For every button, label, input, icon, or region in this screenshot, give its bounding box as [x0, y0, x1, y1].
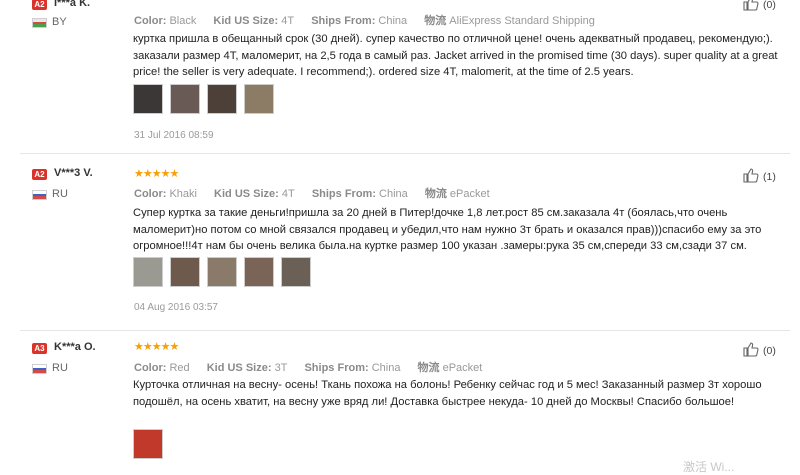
order-info: Color: Red Kid US Size: 3T Ships From: C… [134, 362, 483, 374]
review-photos [133, 84, 281, 114]
order-ships-from: China [371, 362, 401, 374]
activation-watermark: 激活 Wi... [683, 460, 735, 474]
shipping-icon: 物流 [417, 362, 440, 374]
review-text: Супер куртка за такие деньги!пришла за 2… [133, 207, 762, 252]
flag-ru-icon [32, 364, 47, 374]
review-photo[interactable] [244, 84, 274, 114]
shipping-method: AliExpress Standard Shipping [449, 15, 595, 27]
review-photo[interactable] [170, 84, 200, 114]
review-photo[interactable] [207, 84, 237, 114]
order-info: Color: Black Kid US Size: 4T Ships From:… [134, 15, 595, 27]
rating-stars: ★★★★★ [134, 168, 179, 180]
review-photos [133, 257, 318, 287]
review-text: куртка пришла в обещанный срок (30 дней)… [133, 33, 778, 78]
review-photo[interactable] [244, 257, 274, 287]
helpful-button[interactable]: (1) [743, 168, 776, 183]
buyer-name: K***a O. [54, 341, 96, 353]
order-size: 4T [281, 15, 295, 27]
helpful-button[interactable]: (0) [743, 0, 776, 11]
buyer-level-badge: A3 [32, 343, 47, 354]
divider [20, 153, 790, 154]
order-color: Black [169, 15, 197, 27]
review-photo[interactable] [170, 257, 200, 287]
flag-ru-icon [32, 190, 47, 200]
review-photo[interactable] [133, 257, 163, 287]
order-size: 3T [274, 362, 288, 374]
buyer-level-badge: A2 [32, 0, 47, 10]
review-photo[interactable] [207, 257, 237, 287]
buyer-name: V***3 V. [54, 167, 93, 179]
thumbs-up-icon [743, 0, 759, 11]
helpful-count: (0) [763, 0, 776, 11]
order-info: Color: Khaki Kid US Size: 4T Ships From:… [134, 188, 490, 200]
buyer-level-badge: A2 [32, 169, 47, 180]
helpful-count: (0) [763, 345, 776, 357]
flag-by-icon [32, 18, 47, 28]
shipping-icon: 物流 [424, 15, 447, 27]
review-photo[interactable] [281, 257, 311, 287]
helpful-count: (1) [763, 171, 776, 183]
buyer-country: RU [52, 188, 68, 200]
shipping-icon: 物流 [424, 188, 447, 200]
review-photo[interactable] [133, 429, 163, 459]
order-ships-from: China [379, 188, 408, 200]
helpful-button[interactable]: (0) [743, 342, 776, 357]
review-date: 31 Jul 2016 08:59 [134, 130, 214, 141]
buyer-country: BY [52, 16, 67, 28]
shipping-method: ePacket [449, 188, 490, 200]
shipping-method: ePacket [442, 362, 483, 374]
buyer-name: I***a K. [54, 0, 91, 9]
thumbs-up-icon [743, 168, 759, 183]
buyer-country: RU [52, 362, 68, 374]
review-date: 04 Aug 2016 03:57 [134, 302, 218, 313]
order-color: Red [169, 362, 190, 374]
review-text: Курточка отличная на весну- осень! Ткань… [133, 379, 762, 408]
order-size: 4T [281, 188, 295, 200]
review-photo[interactable] [133, 84, 163, 114]
thumbs-up-icon [743, 342, 759, 357]
divider [20, 330, 790, 331]
order-color: Khaki [169, 188, 197, 200]
rating-stars: ★★★★★ [134, 341, 179, 353]
review-photos [133, 429, 170, 459]
order-ships-from: China [378, 15, 408, 27]
